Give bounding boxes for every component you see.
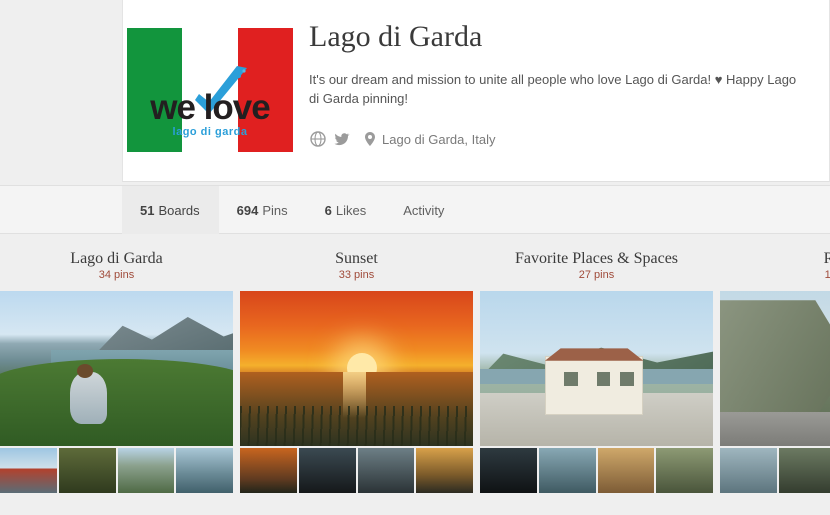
board-pin-count: 18 pi	[824, 269, 830, 281]
board-title: Roa	[823, 250, 830, 267]
board-thumbnail-row	[480, 448, 713, 493]
tab-pins-label: Pins	[262, 202, 288, 218]
tab-pins-count: 694	[236, 202, 259, 218]
map-pin-icon	[361, 130, 379, 148]
board-card[interactable]: Favorite Places & Spaces 27 pins	[480, 248, 713, 515]
board-cover-image[interactable]	[720, 291, 830, 446]
board-card[interactable]: Roa 18 pi	[720, 248, 830, 515]
board-thumbnail[interactable]	[240, 448, 297, 493]
cover-scene	[240, 291, 473, 446]
tab-likes-label: Likes	[335, 202, 367, 218]
board-card[interactable]: Sunset 33 pins	[240, 248, 473, 515]
profile-about-text: It's our dream and mission to unite all …	[309, 72, 797, 106]
board-card[interactable]: Lago di Garda 34 pins	[0, 248, 233, 515]
board-cover-image[interactable]	[0, 291, 233, 446]
board-thumbnail[interactable]	[720, 448, 777, 493]
board-thumbnail[interactable]	[298, 448, 356, 493]
tab-bar-inner: 51 Boards 694 Pins 6 Likes Activity	[122, 186, 830, 234]
board-thumbnail[interactable]	[0, 448, 57, 493]
board-thumbnail[interactable]	[656, 448, 713, 493]
board-pin-count: 33 pins	[338, 269, 375, 281]
grass-shape	[0, 359, 233, 446]
board-title: Lago di Garda	[70, 250, 163, 267]
window-shape	[596, 371, 611, 386]
profile-tab-bar: 51 Boards 694 Pins 6 Likes Activity	[0, 186, 830, 234]
window-shape	[563, 371, 578, 386]
tab-boards-label: Boards	[158, 202, 200, 218]
profile-info: Lago di Garda It's our dream and mission…	[293, 0, 829, 181]
board-thumbnail[interactable]	[779, 448, 830, 493]
profile-card: we love lago di garda Lago di Garda It's…	[122, 0, 830, 182]
page-title: Lago di Garda	[309, 20, 483, 53]
boards-grid: Lago di Garda 34 pins Sunset 33 pins Fav…	[0, 234, 830, 515]
board-thumbnail[interactable]	[117, 448, 175, 493]
flag-corner-top-left	[127, 6, 182, 28]
board-pin-count: 27 pins	[578, 269, 615, 281]
person-head-shape	[76, 363, 94, 378]
board-title: Sunset	[335, 250, 378, 267]
roof-shape	[544, 348, 644, 361]
board-thumbnail[interactable]	[480, 448, 537, 493]
road-shape	[720, 411, 830, 446]
tab-boards-count: 51	[140, 202, 155, 218]
board-pin-count: 34 pins	[98, 269, 135, 281]
cover-scene	[0, 291, 233, 446]
globe-icon[interactable]	[309, 130, 327, 148]
board-cover-image[interactable]	[480, 291, 713, 446]
tab-likes[interactable]: 6 Likes	[307, 186, 386, 234]
avatar[interactable]: we love lago di garda	[127, 6, 293, 174]
tab-pins[interactable]: 694 Pins	[219, 186, 307, 234]
tab-activity-label: Activity	[403, 202, 445, 218]
flag-corner-bottom-left	[127, 152, 182, 174]
cover-scene	[720, 291, 830, 446]
board-thumbnail[interactable]	[416, 448, 473, 493]
flag-corner-bottom-right	[238, 152, 293, 174]
villa-shape	[545, 356, 644, 415]
board-thumbnail-row	[240, 448, 473, 493]
board-thumbnail[interactable]	[176, 448, 233, 493]
cover-scene	[480, 291, 713, 446]
board-thumbnail[interactable]	[597, 448, 655, 493]
board-thumbnail-row	[0, 448, 233, 493]
twitter-icon[interactable]	[333, 130, 351, 148]
avatar-logo-text: we love	[150, 88, 270, 127]
page: we love lago di garda Lago di Garda It's…	[0, 0, 830, 515]
board-cover-image[interactable]	[240, 291, 473, 446]
profile-location[interactable]: Lago di Garda, Italy	[361, 130, 495, 148]
board-thumbnail[interactable]	[357, 448, 415, 493]
board-thumbnail[interactable]	[538, 448, 596, 493]
avatar-logo-subtext: lago di garda	[172, 126, 248, 138]
cliff-shape	[720, 300, 830, 428]
tab-likes-count: 6	[324, 202, 332, 218]
flag-corner-top-right	[238, 6, 293, 28]
profile-location-label: Lago di Garda, Italy	[382, 131, 496, 147]
board-thumbnail[interactable]	[58, 448, 116, 493]
profile-header: we love lago di garda Lago di Garda It's…	[0, 0, 830, 186]
board-thumbnail-row	[720, 448, 830, 493]
tab-activity[interactable]: Activity	[385, 186, 463, 234]
person-shape	[69, 371, 108, 425]
board-title: Favorite Places & Spaces	[514, 250, 679, 267]
tab-boards[interactable]: 51 Boards	[122, 186, 219, 234]
profile-meta: Lago di Garda, Italy	[309, 130, 809, 148]
reeds-shape	[240, 405, 473, 446]
window-shape	[619, 371, 634, 386]
avatar-image: we love lago di garda	[127, 6, 293, 174]
